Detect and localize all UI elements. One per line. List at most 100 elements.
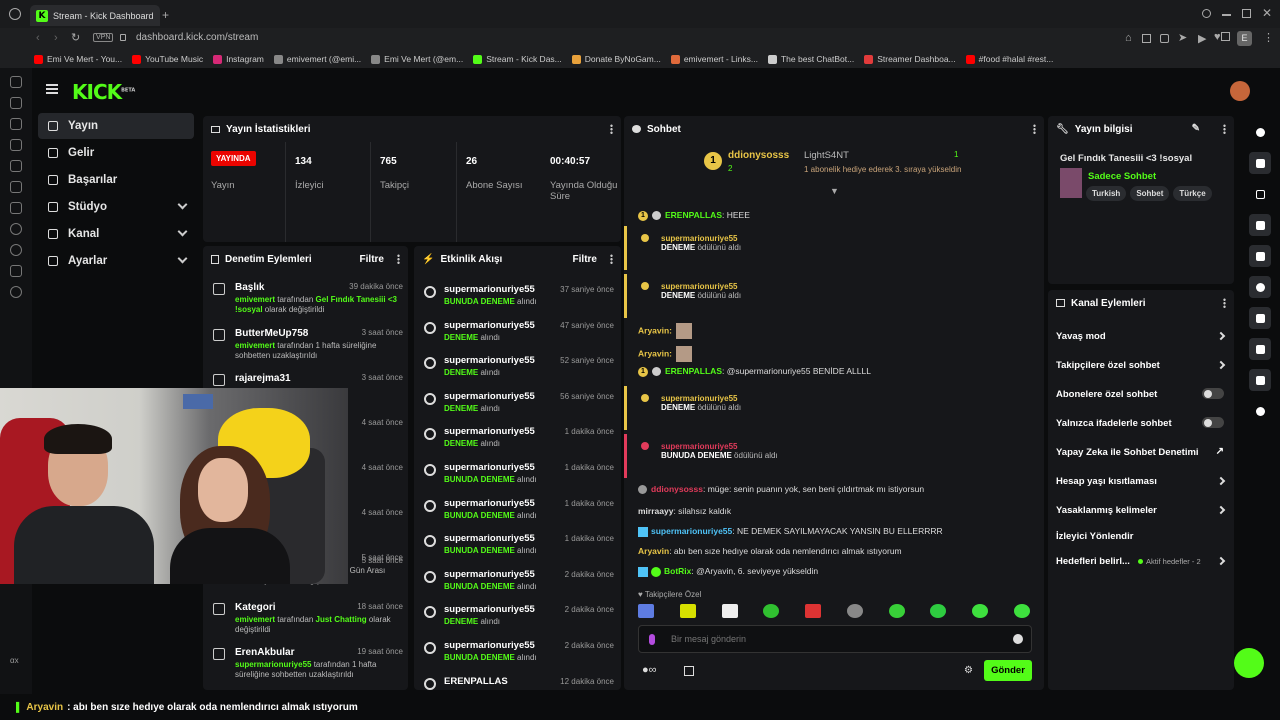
vpn-badge[interactable]: VPN <box>93 33 114 42</box>
screenshot-icon[interactable] <box>1142 34 1151 43</box>
url-field[interactable]: dashboard.kick.com/stream <box>136 32 258 43</box>
chat-input-box[interactable] <box>638 625 1032 653</box>
emote-icon[interactable] <box>888 604 905 618</box>
user-avatar[interactable] <box>1230 81 1250 101</box>
nav-item[interactable]: Başarılar <box>38 167 194 193</box>
mic-icon[interactable] <box>649 634 655 645</box>
bookmark-item[interactable]: Stream - Kick Das... <box>473 54 562 64</box>
emote-icon[interactable] <box>930 604 947 618</box>
notes-icon[interactable] <box>10 139 22 151</box>
chat-user[interactable]: supermarionuriye55 <box>661 442 737 451</box>
back-icon[interactable]: ‹ <box>36 32 40 44</box>
browser-tab[interactable]: K Stream - Kick Dashboard <box>30 5 160 26</box>
chat-user[interactable]: Aryavin: <box>638 348 672 358</box>
channel-actions-menu-icon[interactable] <box>1223 298 1226 308</box>
stats-menu-icon[interactable] <box>610 124 613 134</box>
store-icon[interactable] <box>684 666 694 676</box>
emoji-icon[interactable] <box>1013 634 1023 644</box>
more-menu-icon[interactable]: ⋮ <box>1263 31 1274 44</box>
sidebar-app-icon[interactable] <box>10 160 22 172</box>
toggle-switch[interactable] <box>1202 388 1224 399</box>
channel-action-item[interactable]: Yapay Zeka ile Sohbet Denetimi ↗ <box>1056 446 1224 458</box>
search-icon[interactable] <box>1202 9 1211 18</box>
restore-button[interactable] <box>1242 9 1251 18</box>
nav-item[interactable]: Yayın <box>38 113 194 139</box>
shield-icon[interactable] <box>1160 34 1169 43</box>
tag-chip[interactable]: Turkish <box>1086 186 1127 201</box>
nav-item[interactable]: Kanal <box>38 221 194 247</box>
bookmark-item[interactable]: emivemert (@emi... <box>273 54 361 64</box>
forward-icon[interactable]: › <box>54 32 58 44</box>
bookmark-item[interactable]: Emi Ve Mert - You... <box>34 54 122 64</box>
app2-icon[interactable] <box>10 265 22 277</box>
minimize-button[interactable] <box>1222 14 1231 16</box>
chat-user[interactable]: Aryavin <box>638 546 669 556</box>
points-icon[interactable]: ●∞ <box>642 664 657 676</box>
tag-chip[interactable]: Sohbet <box>1130 186 1170 201</box>
chat-menu-icon[interactable] <box>1033 124 1036 134</box>
channel-action-item[interactable]: Hesap yaşı kısıtlaması <box>1056 476 1226 487</box>
emote-icon[interactable] <box>721 604 738 618</box>
moderation-actor[interactable]: emivemert <box>235 295 275 304</box>
clock-icon[interactable] <box>10 244 22 256</box>
moderation-actor[interactable]: emivemert <box>235 341 275 350</box>
chat-user[interactable]: supermarionuriye55 <box>651 526 732 536</box>
category-name[interactable]: Sadece Sohbet <box>1088 171 1156 182</box>
chat-user[interactable]: supermarionuriye55 <box>661 282 737 291</box>
broadcast-icon[interactable] <box>1249 307 1271 329</box>
nav-item[interactable]: Stüdyo <box>38 194 194 220</box>
channel-action-item[interactable]: İzleyici Yönlendir <box>1056 531 1224 542</box>
activity-filter-button[interactable]: Filtre <box>573 254 597 265</box>
chat-user[interactable]: BotRix <box>664 566 691 576</box>
moderation-actor[interactable]: emivemert <box>235 615 275 624</box>
info-icon[interactable] <box>1249 121 1271 143</box>
moderation-menu-icon[interactable] <box>397 254 400 264</box>
chevron-down-icon[interactable] <box>177 199 188 210</box>
new-tab-button[interactable]: + <box>162 8 169 22</box>
points-icon[interactable] <box>1249 400 1271 422</box>
channel-action-item[interactable]: Yalnızca ifadelerle sohbet <box>1056 417 1224 429</box>
heart-icon[interactable]: ♥ <box>1214 31 1221 43</box>
chevron-down-icon[interactable] <box>177 253 188 264</box>
emote-icon[interactable] <box>846 604 863 618</box>
kick-logo[interactable]: KICKBETA <box>72 80 135 104</box>
app-icon[interactable] <box>10 223 22 235</box>
collapse-pinned-icon[interactable]: ▼ <box>830 186 839 196</box>
toggle-switch[interactable] <box>1202 417 1224 428</box>
play-icon[interactable]: ▶ <box>1198 32 1206 45</box>
nav-item[interactable]: Ayarlar <box>38 248 194 274</box>
extensions-icon[interactable] <box>1221 32 1230 41</box>
bookmark-item[interactable]: Streamer Dashboa... <box>864 54 956 64</box>
support-button[interactable] <box>1234 648 1264 678</box>
profile-avatar[interactable]: E <box>1237 31 1252 46</box>
close-icon[interactable]: ✕ <box>1262 6 1272 20</box>
focus-icon[interactable] <box>1249 183 1271 205</box>
emote-icon[interactable] <box>638 604 654 618</box>
chat-user[interactable]: Aryavin: <box>638 325 672 335</box>
chat-user[interactable]: ERENPALLAS <box>665 366 722 376</box>
stream-info-menu-icon[interactable] <box>1223 124 1226 134</box>
channel-action-item[interactable]: Hedefleri belirl... Aktif hedefler - 2 <box>1056 556 1226 567</box>
chat-input[interactable] <box>671 631 1001 647</box>
list-icon[interactable] <box>1249 245 1271 267</box>
moderation-filter-button[interactable]: Filtre <box>360 254 384 265</box>
bookmark-item[interactable]: YouTube Music <box>132 54 203 64</box>
nav-item[interactable]: Gelir <box>38 140 194 166</box>
bookmark-icon[interactable]: ⌂ <box>1125 32 1132 44</box>
chat-bubble-icon[interactable] <box>1249 276 1271 298</box>
chevron-down-icon[interactable] <box>177 226 188 237</box>
activity-menu-icon[interactable] <box>610 254 613 264</box>
bookmark-item[interactable]: #food #halal #rest... <box>965 54 1053 64</box>
chat-user[interactable]: ddionysosss <box>651 484 703 494</box>
chat-settings-icon[interactable]: ⚙ <box>964 665 973 676</box>
emote-icon[interactable] <box>763 604 780 618</box>
bookmark-item[interactable]: Instagram <box>213 54 264 64</box>
history-icon[interactable] <box>10 76 22 88</box>
chat-user[interactable]: supermarionuriye55 <box>661 394 737 403</box>
hamburger-icon[interactable] <box>46 84 58 94</box>
bolt-icon[interactable] <box>1249 214 1271 236</box>
downloads-icon[interactable] <box>10 97 22 109</box>
tag-chip[interactable]: Türkçe <box>1173 186 1212 201</box>
pinned-user-2[interactable]: LightS4NT <box>804 150 849 161</box>
settings-icon[interactable] <box>10 286 22 298</box>
